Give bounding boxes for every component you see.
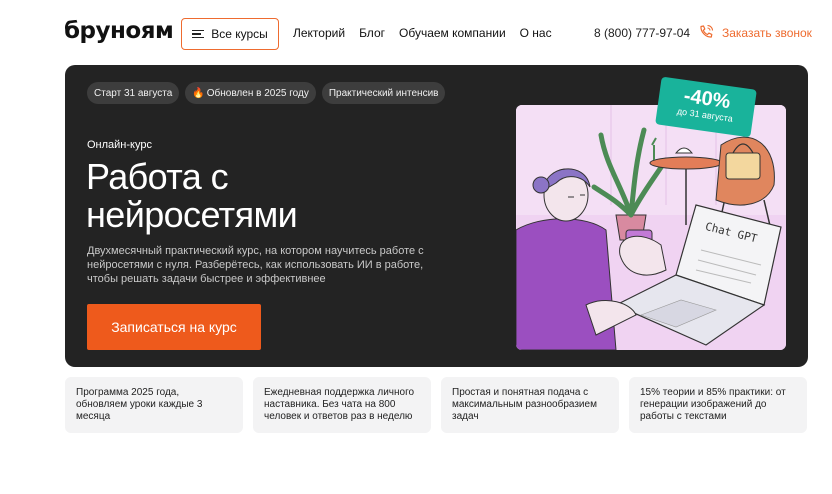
course-kicker: Онлайн-курс (87, 139, 152, 151)
hero-banner: Старт 31 августа 🔥 Обновлен в 2025 году П… (65, 65, 808, 367)
nav-item-blog[interactable]: Блог (359, 26, 385, 40)
hero-illustration: Chat GPT (516, 105, 786, 350)
nav-item-about[interactable]: О нас (520, 26, 552, 40)
phone-number[interactable]: 8 (800) 777-97-04 (594, 26, 690, 40)
fire-icon: 🔥 (192, 87, 205, 99)
feature-card: Ежедневная поддержка личного наставника.… (253, 377, 431, 433)
menu-icon (192, 29, 205, 39)
all-courses-label: Все курсы (211, 27, 268, 41)
feature-list: Программа 2025 года, обновляем уроки каж… (65, 377, 808, 433)
callback-link[interactable]: Заказать звонок (722, 26, 812, 40)
logo[interactable]: бруноям (64, 18, 174, 44)
main-nav: Лекторий Блог Обучаем компании О нас (293, 26, 552, 40)
badge-updated: 🔥 Обновлен в 2025 году (185, 82, 316, 104)
feature-card: Простая и понятная подача с максимальным… (441, 377, 619, 433)
badge-start: Старт 31 августа (87, 82, 180, 104)
site-header: бруноям Все курсы Лекторий Блог Обучаем … (0, 0, 832, 68)
enroll-button[interactable]: Записаться на курс (87, 304, 261, 350)
nav-item-corporate[interactable]: Обучаем компании (399, 26, 506, 40)
badge-list: Старт 31 августа 🔥 Обновлен в 2025 году П… (87, 82, 446, 104)
feature-card: 15% теории и 85% практики: от генерации … (629, 377, 807, 433)
nav-item-lectorium[interactable]: Лекторий (293, 26, 345, 40)
all-courses-button[interactable]: Все курсы (181, 18, 279, 50)
badge-intensive: Практический интенсив (321, 82, 446, 104)
phone-icon[interactable] (698, 24, 714, 40)
page-title: Работа с нейросетями (86, 156, 298, 235)
feature-card: Программа 2025 года, обновляем уроки каж… (65, 377, 243, 433)
course-description: Двухмесячный практический курс, на котор… (87, 245, 424, 285)
